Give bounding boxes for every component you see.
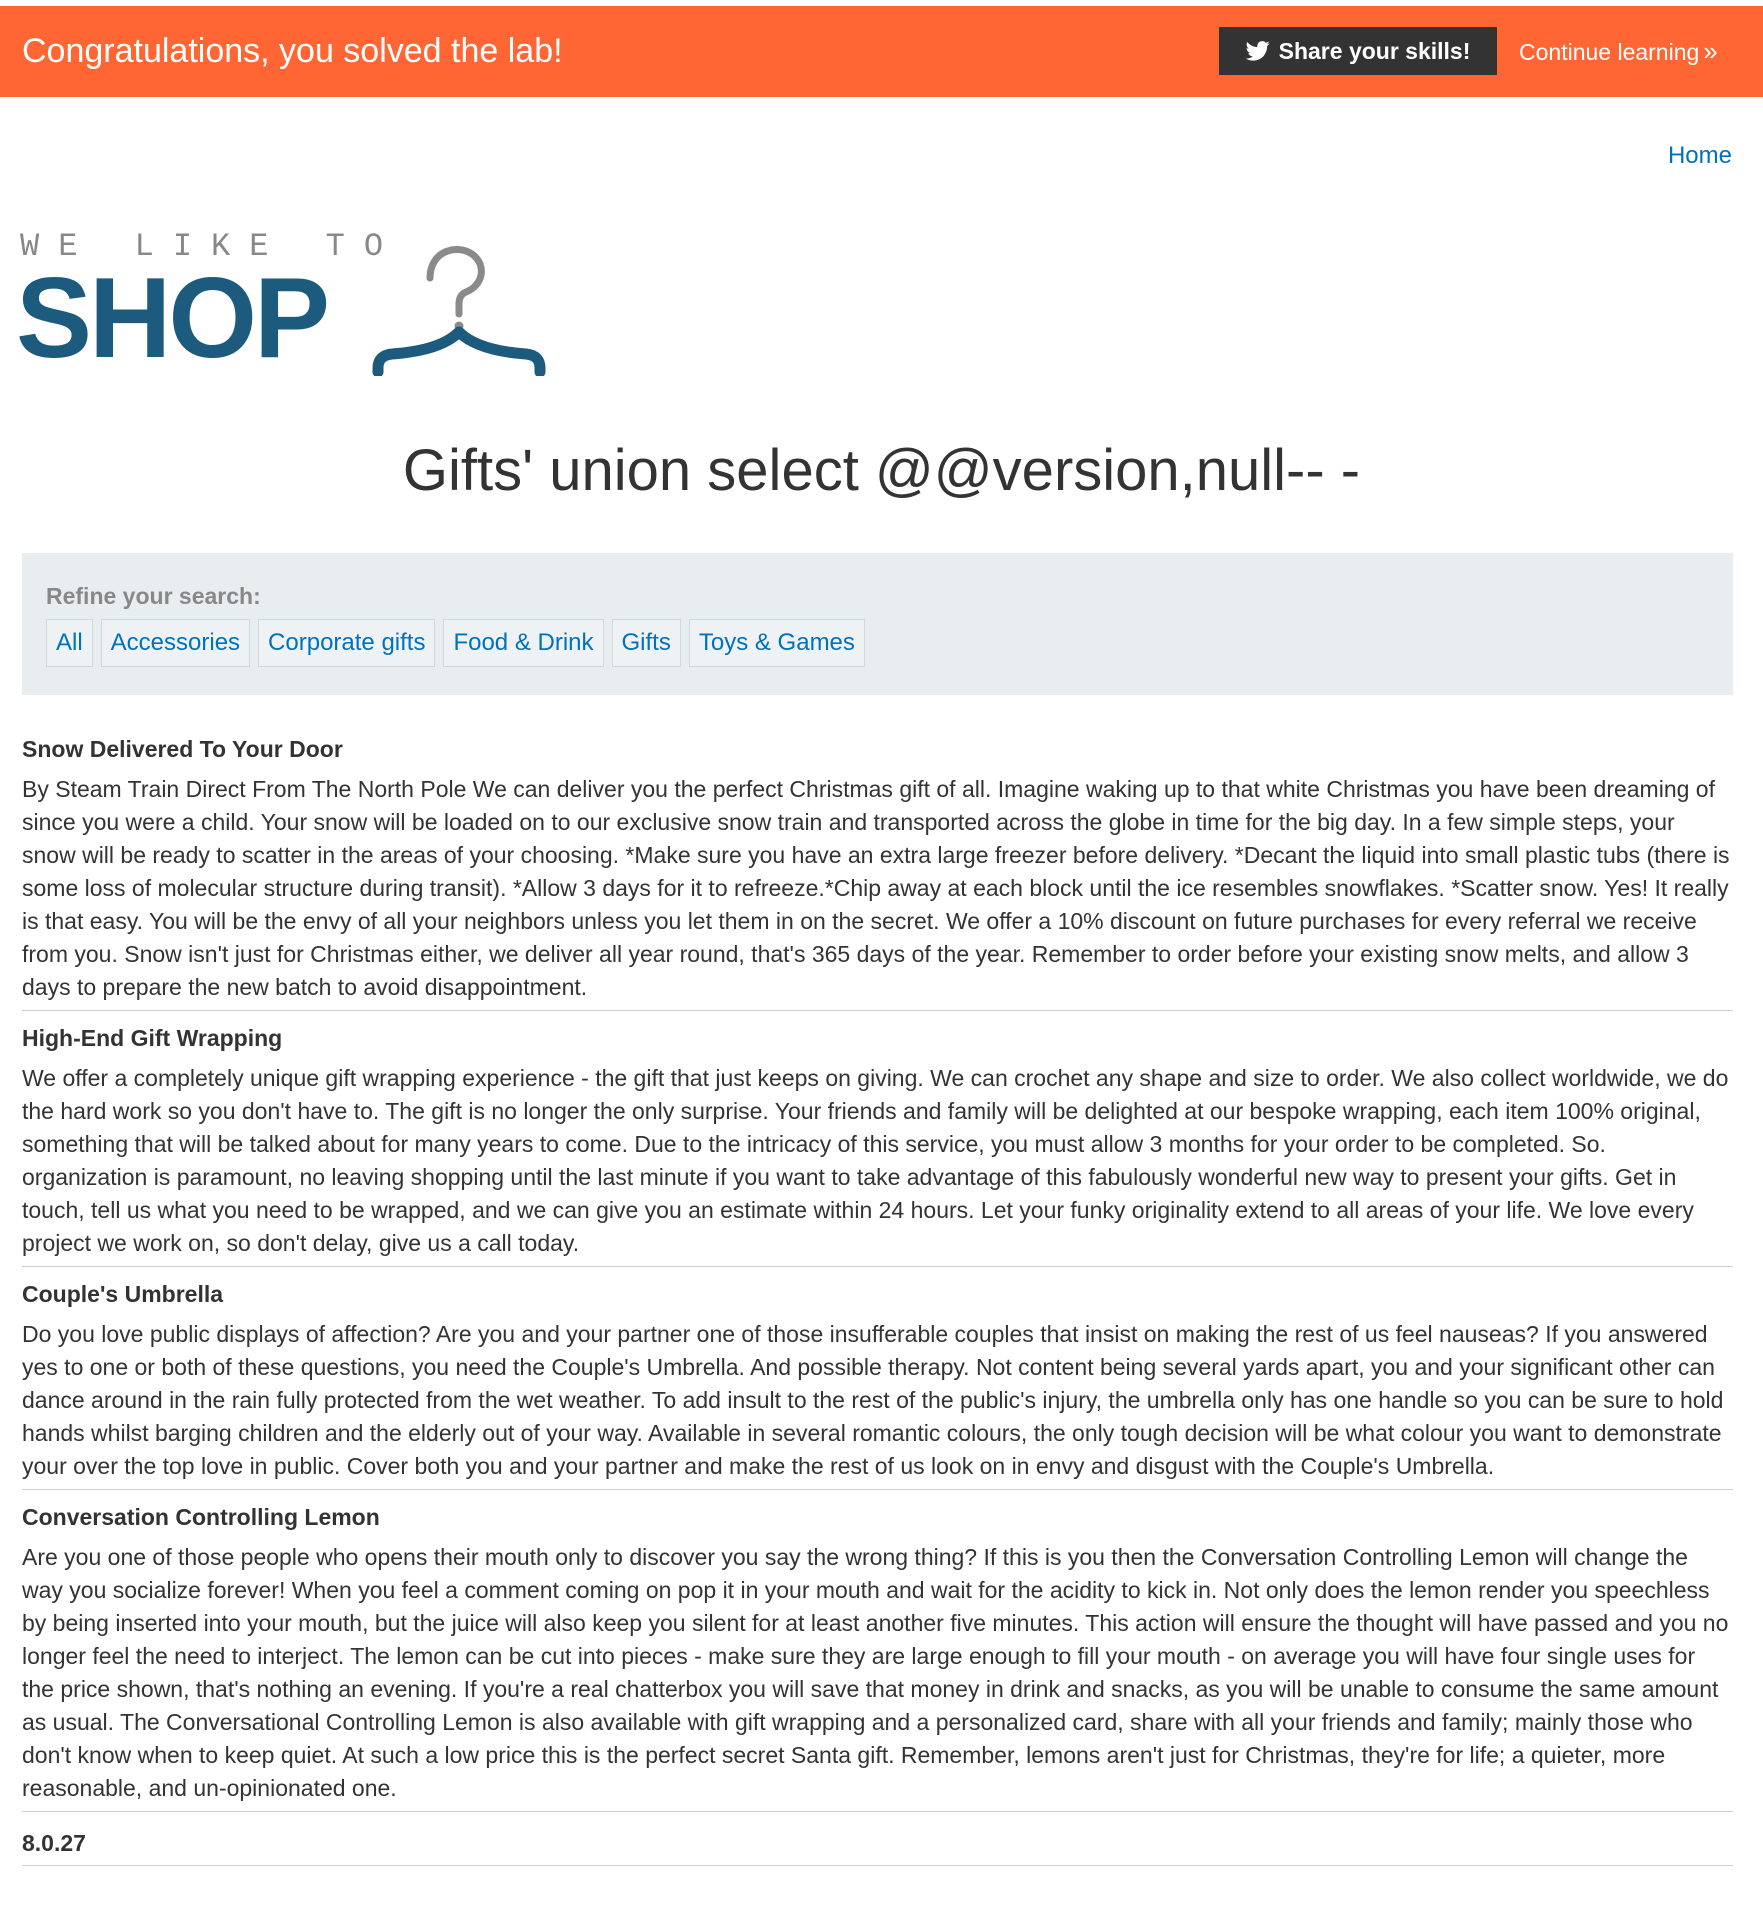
filter-all[interactable]: All: [46, 619, 93, 667]
product-description: We offer a completely unique gift wrappi…: [22, 1065, 1729, 1256]
shop-logo[interactable]: WE LIKE TO SHOP: [16, 228, 560, 378]
hanger-icon: [372, 246, 546, 376]
banner-message: Congratulations, you solved the lab!: [22, 32, 563, 70]
filter-gifts[interactable]: Gifts: [611, 619, 681, 667]
filter-food-drink[interactable]: Food & Drink: [443, 619, 604, 667]
logo-brand: SHOP: [16, 255, 330, 382]
product-name: Conversation Controlling Lemon: [22, 1504, 380, 1530]
page-title: Gifts' union select @@version,null-- -: [402, 438, 1361, 503]
list-item: Conversation Controlling Lemon Are you o…: [22, 1504, 1733, 1812]
product-name: Snow Delivered To Your Door: [22, 736, 343, 762]
continue-learning-link[interactable]: Continue learning»: [1519, 6, 1718, 97]
product-name: Couple's Umbrella: [22, 1281, 224, 1307]
twitter-icon: [1245, 41, 1270, 61]
filter-toys-games[interactable]: Toys & Games: [688, 619, 865, 667]
list-item: High-End Gift Wrapping We offer a comple…: [22, 1025, 1733, 1267]
product-list: Snow Delivered To Your Door By Steam Tra…: [22, 722, 1733, 1866]
list-item: Couple's Umbrella Do you love public dis…: [22, 1281, 1733, 1490]
continue-learning-label: Continue learning: [1519, 39, 1700, 65]
list-item: Snow Delivered To Your Door By Steam Tra…: [22, 736, 1733, 1011]
share-skills-button[interactable]: Share your skills!: [1219, 27, 1497, 75]
refine-search-panel: Refine your search: All Accessories Corp…: [22, 553, 1733, 695]
product-description: By Steam Train Direct From The North Pol…: [22, 776, 1730, 1000]
injected-version-row: 8.0.27: [22, 1816, 1733, 1866]
share-skills-label: Share your skills!: [1278, 37, 1471, 64]
refine-label: Refine your search:: [46, 583, 261, 609]
filter-accessories[interactable]: Accessories: [100, 619, 251, 667]
home-link[interactable]: Home: [1668, 142, 1732, 170]
filter-corporate-gifts[interactable]: Corporate gifts: [258, 619, 436, 667]
category-filters: All Accessories Corporate gifts Food & D…: [46, 619, 865, 667]
product-description: Do you love public displays of affection…: [22, 1321, 1724, 1479]
double-chevron-right-icon: »: [1703, 36, 1718, 66]
lab-solved-banner: Congratulations, you solved the lab! Sha…: [0, 6, 1763, 97]
product-description: Are you one of those people who opens th…: [22, 1544, 1729, 1801]
product-name: High-End Gift Wrapping: [22, 1025, 283, 1051]
